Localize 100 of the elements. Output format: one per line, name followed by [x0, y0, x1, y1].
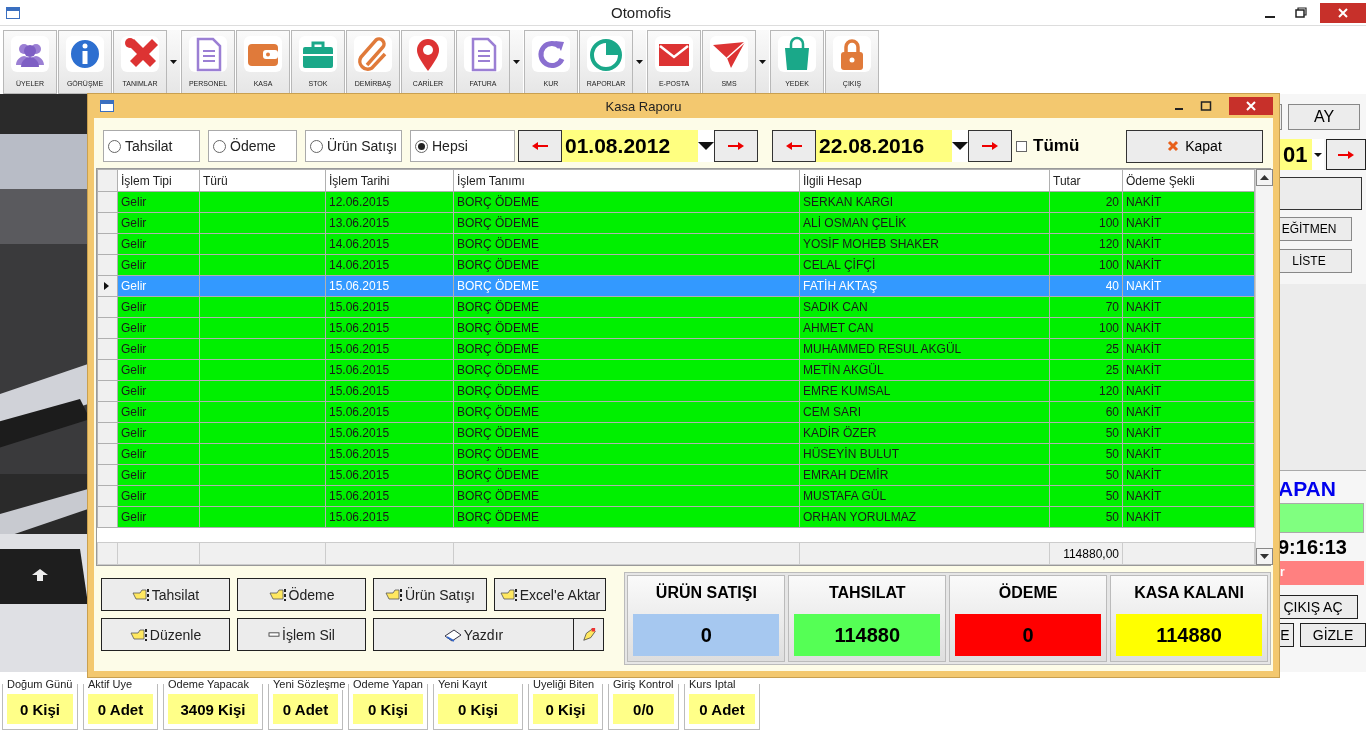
table-cell: BORÇ ÖDEME [453, 212, 800, 234]
table-row[interactable]: Gelir 15.06.2015 BORÇ ÖDEME EMRAH DEMİR 50 NAKİT [97, 464, 1255, 486]
table-row[interactable]: Gelir 14.06.2015 BORÇ ÖDEME YOSİF MOHEB SHAKER 120 NAKİT [97, 233, 1255, 255]
table-cell: METİN AKGÜL [799, 359, 1050, 381]
table-row[interactable]: Gelir 15.06.2015 BORÇ ÖDEME CEM SARI 60 NAKİT [97, 401, 1255, 423]
radio-option[interactable]: Ürün Satışı [305, 130, 402, 162]
stat-label: Doğum Günü [7, 678, 75, 690]
summary-title: TAHSILAT [828, 584, 906, 603]
column-header[interactable]: İşlem Tipi [117, 169, 200, 192]
table-row[interactable]: Gelir 13.06.2015 BORÇ ÖDEME ALİ OSMAN ÇELİK 100 NAKİT [97, 212, 1255, 234]
stat-value: 0/0 [613, 694, 674, 724]
summary-title: ÖDEME [998, 584, 1058, 603]
summary-value: 114880 [794, 614, 941, 656]
table-row[interactable]: Gelir 15.06.2015 BORÇ ÖDEME AHMET CAN 100 NAKİT [97, 317, 1255, 339]
heading: APAN [1278, 477, 1337, 501]
table-cell: CELAL ÇİFÇİ [799, 254, 1050, 276]
action-button[interactable]: Excel'e Aktar [494, 578, 606, 611]
table-cell: EMRE KUMSAL [799, 380, 1050, 402]
date-value: 22.08.2016 [819, 134, 925, 158]
stat-value: 0 Kişi [438, 694, 518, 724]
column-header[interactable]: Tutar [1049, 169, 1123, 192]
table-cell: EMRAH DEMİR [799, 464, 1050, 486]
table-row[interactable]: Gelir 15.06.2015 BORÇ ÖDEME SADIK CAN 70 NAKİT [97, 296, 1255, 318]
action-button[interactable]: Düzenle [101, 618, 230, 651]
stat-value: 0 Adet [689, 694, 755, 724]
action-button[interactable]: Ürün Satışı [373, 578, 487, 611]
column-header[interactable]: Türü [199, 169, 326, 192]
table-cell: BORÇ ÖDEME [453, 464, 800, 486]
summary-title: ÜRÜN SATIŞI [655, 584, 757, 603]
table-row[interactable]: Gelir 15.06.2015 BORÇ ÖDEME MUSTAFA GÜL 50 NAKİT [97, 485, 1255, 507]
table-cell: AHMET CAN [799, 317, 1050, 339]
month-button[interactable]: AY [1288, 104, 1360, 130]
table-cell: BORÇ ÖDEME [453, 233, 800, 255]
action-button[interactable]: Tahsilat [101, 578, 230, 611]
table-cell: MUSTAFA GÜL [799, 485, 1050, 507]
stat-value: 0 Adet [88, 694, 153, 724]
column-header[interactable]: İlgili Hesap [799, 169, 1050, 192]
table-cell: BORÇ ÖDEME [453, 359, 800, 381]
action-button[interactable]: Yazdır [373, 618, 574, 651]
action-button[interactable]: İşlem Sil [237, 618, 366, 651]
table-row[interactable]: Gelir 12.06.2015 BORÇ ÖDEME SERKAN KARGI 20 NAKİT [97, 191, 1255, 213]
table-cell: BORÇ ÖDEME [453, 191, 800, 213]
date-field[interactable]: 01.08.2012 [562, 130, 714, 162]
column-header[interactable]: İşlem Tanımı [453, 169, 800, 192]
table-cell: SADIK CAN [799, 296, 1050, 318]
table-cell: BORÇ ÖDEME [453, 485, 800, 507]
table-cell: BORÇ ÖDEME [453, 401, 800, 423]
stat-value: 0 Kişi [533, 694, 598, 724]
table-cell: FATİH AKTAŞ [799, 275, 1050, 297]
stat-label: Yeni Kayıt [438, 678, 490, 690]
dialog-title: Kasa Raporu [604, 98, 683, 114]
table-cell: BORÇ ÖDEME [453, 254, 800, 276]
radio-option[interactable]: Tahsilat [103, 130, 200, 162]
column-header[interactable]: İşlem Tarihi [325, 169, 454, 192]
stat-value: 0 Adet [273, 694, 338, 724]
action-button[interactable]: Ödeme [237, 578, 366, 611]
table-cell: BORÇ ÖDEME [453, 317, 800, 339]
date-value: 01.08.2012 [565, 134, 671, 158]
radio-option[interactable]: Ödeme [208, 130, 297, 162]
total-cell: 114880,00 [1049, 542, 1123, 565]
close-button[interactable]: Kapat [1126, 129, 1263, 163]
table-cell: MUHAMMED RESUL AKGÜL [799, 338, 1050, 360]
radio-option[interactable]: Hepsi [410, 130, 515, 162]
table-cell: BORÇ ÖDEME [453, 275, 800, 297]
stat-label: Odeme Yapacak [168, 678, 251, 690]
table-cell: KADİR ÖZER [799, 422, 1050, 444]
table-cell: ORHAN YORULMAZ [799, 506, 1050, 528]
stat-label: Odeme Yapan [353, 678, 425, 690]
stat-label: Uyeliği Biten [533, 678, 597, 690]
stat-value: 0 Kişi [353, 694, 423, 724]
table-row[interactable]: Gelir 15.06.2015 BORÇ ÖDEME KADİR ÖZER 50 NAKİT [97, 422, 1255, 444]
stat-value: 0 Kişi [7, 694, 73, 724]
table-row[interactable]: Gelir 15.06.2015 BORÇ ÖDEME METİN AKGÜL 25 NAKİT [97, 359, 1255, 381]
hide-button[interactable]: GİZLE [1300, 623, 1366, 647]
table-row[interactable]: Gelir 15.06.2015 BORÇ ÖDEME MUHAMMED RESUL AKGÜL 25 NAKİT [97, 338, 1255, 360]
stat-label: Yeni Sözleşme [273, 678, 348, 690]
table-row[interactable]: Gelir 15.06.2015 BORÇ ÖDEME EMRE KUMSAL 120 NAKİT [97, 380, 1255, 402]
stat-label: Aktif Uye [88, 678, 134, 690]
table-row[interactable]: Gelir 15.06.2015 BORÇ ÖDEME ORHAN YORULMAZ 50 NAKİT [97, 506, 1255, 528]
table-cell: BORÇ ÖDEME [453, 296, 800, 318]
all-dates-checkbox[interactable]: Tümü [1016, 136, 1080, 156]
stat-value: 3409 Kişi [168, 694, 258, 724]
clock-text: 9:16:13 [1278, 536, 1348, 559]
table-cell: SERKAN KARGI [799, 191, 1050, 213]
table-cell: BORÇ ÖDEME [453, 506, 800, 528]
table-row[interactable]: Gelir 15.06.2015 BORÇ ÖDEME HÜSEYİN BULUT 50 NAKİT [97, 443, 1255, 465]
table-cell: BORÇ ÖDEME [453, 422, 800, 444]
stat-label: Giriş Kontrol [613, 678, 676, 690]
table-cell: ALİ OSMAN ÇELİK [799, 212, 1050, 234]
summary-value: 0 [633, 614, 780, 656]
summary-value: 0 [955, 614, 1102, 656]
summary-value: 114880 [1116, 614, 1263, 656]
window-title: Otomofis [610, 4, 672, 21]
table-cell: BORÇ ÖDEME [453, 443, 800, 465]
stat-label: Kurs Iptal [689, 678, 738, 690]
column-header[interactable]: Ödeme Şekli [1122, 169, 1255, 192]
table-row[interactable]: Gelir 14.06.2015 BORÇ ÖDEME CELAL ÇİFÇİ 100 NAKİT [97, 254, 1255, 276]
table-cell: BORÇ ÖDEME [453, 380, 800, 402]
table-cell: HÜSEYİN BULUT [799, 443, 1050, 465]
date-field[interactable]: 22.08.2016 [816, 130, 968, 162]
